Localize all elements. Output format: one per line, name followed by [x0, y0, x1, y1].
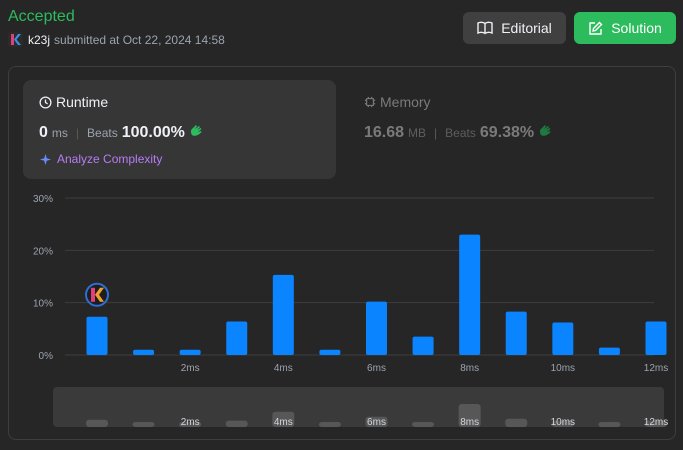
username-link[interactable]: k23j	[28, 33, 50, 47]
mini-x-tick-label: 2ms	[181, 417, 200, 428]
result-card: Runtime 0 ms | Beats 100.00% Analyze Com…	[8, 66, 676, 440]
edit-icon	[589, 21, 603, 35]
mini-bar	[505, 418, 528, 427]
y-tick-label: 10%	[33, 299, 53, 310]
histogram-bar[interactable]	[412, 336, 434, 355]
x-tick-label: 10ms	[551, 363, 575, 374]
mini-bar	[132, 422, 155, 427]
user-avatar[interactable]	[8, 32, 23, 47]
histogram-bar[interactable]	[459, 234, 481, 355]
mini-bar	[412, 422, 435, 427]
histogram-bar[interactable]	[598, 347, 620, 355]
y-tick-label: 20%	[33, 246, 53, 257]
x-tick-label: 8ms	[460, 363, 479, 374]
mini-x-tick-label: 6ms	[367, 417, 386, 428]
histogram-bar[interactable]	[552, 322, 574, 355]
submission-info: k23j submitted at Oct 22, 2024 14:58	[8, 32, 225, 47]
mini-bar	[598, 422, 621, 427]
book-icon	[477, 21, 493, 35]
submission-header: Accepted k23j submitted at Oct 22, 2024 …	[8, 8, 225, 47]
x-tick-label: 2ms	[181, 363, 200, 374]
y-tick-label: 30%	[33, 194, 53, 205]
x-tick-label: 12ms	[644, 363, 668, 374]
mini-x-tick-label: 10ms	[551, 417, 575, 428]
histogram-bar[interactable]	[226, 321, 248, 355]
histogram-bar[interactable]	[505, 311, 527, 355]
mini-bar	[86, 419, 108, 427]
submitted-time: submitted at Oct 22, 2024 14:58	[54, 32, 225, 47]
status-accepted: Accepted	[8, 8, 75, 25]
histogram-bar[interactable]	[272, 274, 294, 355]
histogram-bar[interactable]	[319, 349, 341, 355]
mini-bar	[318, 422, 341, 427]
mini-bar	[225, 420, 248, 427]
x-tick-label: 6ms	[367, 363, 386, 374]
mini-x-tick-label: 12ms	[644, 417, 668, 428]
solution-button[interactable]: Solution	[574, 12, 676, 44]
histogram-bar[interactable]	[133, 349, 155, 355]
histogram-bar[interactable]	[645, 321, 667, 355]
editorial-button[interactable]: Editorial	[463, 12, 566, 44]
solution-label: Solution	[611, 20, 662, 36]
histogram-bar[interactable]	[86, 316, 108, 355]
histogram-bar[interactable]	[366, 301, 387, 355]
editorial-label: Editorial	[501, 20, 552, 36]
mini-x-tick-label: 8ms	[460, 417, 479, 428]
x-tick-label: 4ms	[274, 363, 293, 374]
your-submission-marker[interactable]	[85, 282, 109, 307]
y-tick-label: 0%	[39, 351, 54, 362]
mini-x-tick-label: 4ms	[274, 417, 293, 428]
histogram-bar[interactable]	[179, 349, 201, 355]
runtime-distribution-chart[interactable]: 30% 20% 10% 0% 2ms 4ms 6ms 8ms 10ms 12ms 2ms 4ms 6ms…	[9, 67, 675, 439]
